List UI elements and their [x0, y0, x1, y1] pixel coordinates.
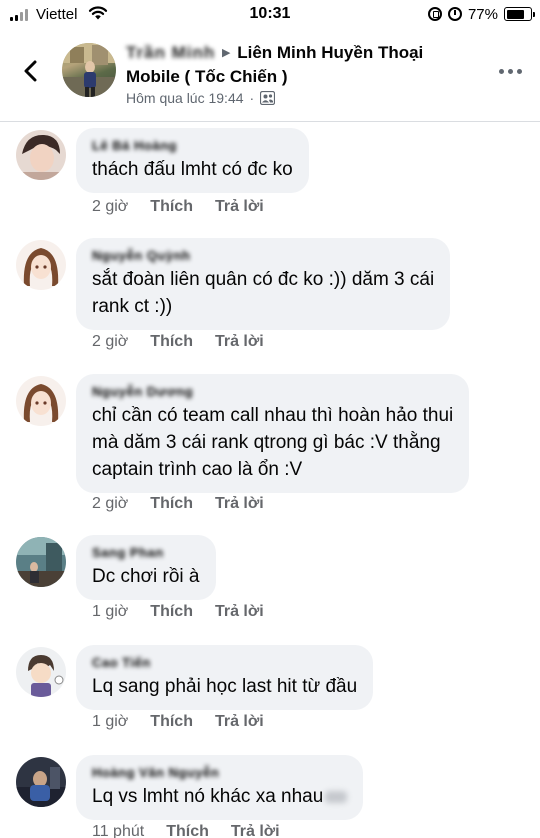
- comment-actions: 1 giờ Thích Trả lời: [92, 603, 264, 621]
- reply-button[interactable]: Trả lời: [215, 495, 264, 513]
- comment-time[interactable]: 11 phút: [92, 823, 144, 838]
- commenter-name[interactable]: Cao Tiến: [92, 653, 357, 673]
- more-horizontal-icon: [498, 68, 504, 74]
- like-button[interactable]: Thích: [150, 198, 193, 216]
- comment-actions: 1 giờ Thích Trả lời: [92, 713, 264, 731]
- commenter-name[interactable]: Lê Bá Hoàng: [92, 136, 293, 156]
- commenter-name[interactable]: Nguyễn Quỳnh: [92, 246, 434, 266]
- arrow-right-icon: ▶: [222, 47, 231, 59]
- chevron-left-icon: [24, 60, 37, 82]
- reply-button[interactable]: Trả lời: [215, 198, 264, 216]
- comment-bubble[interactable]: Nguyễn Dương chỉ cần có team call nhau t…: [76, 374, 470, 493]
- like-button[interactable]: Thích: [150, 333, 193, 351]
- comment-time[interactable]: 2 giờ: [92, 333, 128, 351]
- like-button[interactable]: Thích: [150, 713, 193, 731]
- commenter-name[interactable]: Nguyễn Dương: [92, 382, 453, 402]
- comment-text: Lq vs lmht nó khác xa nhau: [92, 783, 348, 810]
- commenter-avatar[interactable]: [16, 130, 66, 180]
- comment-actions: 2 giờ Thích Trả lời: [92, 198, 264, 216]
- emoji-icon: [325, 790, 348, 803]
- like-button[interactable]: Thích: [150, 495, 193, 513]
- post-title: Trần Minh ▶ Liên Minh Huyền Thoại Mobile…: [126, 41, 476, 88]
- comment-time[interactable]: 2 giờ: [92, 495, 128, 513]
- like-button[interactable]: Thích: [150, 603, 193, 621]
- post-meta: Hôm qua lúc 19:44 ·: [126, 90, 276, 106]
- battery-percent: 77%: [467, 5, 498, 23]
- comment-text: Lq sang phải học last hit từ đầu: [92, 676, 358, 697]
- commenter-avatar[interactable]: [16, 757, 66, 807]
- post-timestamp[interactable]: Hôm qua lúc 19:44: [126, 90, 244, 106]
- commenter-avatar[interactable]: [16, 647, 66, 697]
- comment-text-content: Lq vs lmht nó khác xa nhau: [92, 786, 324, 807]
- post-header: Trần Minh ▶ Liên Minh Huyền Thoại Mobile…: [0, 30, 540, 122]
- comment-text: Dc chơi rồi à: [92, 566, 200, 587]
- commenter-avatar[interactable]: [16, 537, 66, 587]
- commenter-avatar[interactable]: [16, 240, 66, 290]
- commenter-name[interactable]: Hoàng Văn Nguyễn: [92, 763, 347, 783]
- post-author-name[interactable]: Trần Minh: [126, 43, 215, 62]
- more-options-button[interactable]: [496, 64, 524, 78]
- battery-level: [506, 9, 525, 19]
- comment-time[interactable]: 1 giờ: [92, 603, 128, 621]
- comment-time[interactable]: 2 giờ: [92, 198, 128, 216]
- comment-text: thách đấu lmht có đc ko: [92, 159, 293, 180]
- comment-bubble[interactable]: Cao Tiến Lq sang phải học last hit từ đầ…: [76, 645, 374, 710]
- author-avatar[interactable]: [62, 43, 116, 97]
- comment-actions: 2 giờ Thích Trả lời: [92, 495, 264, 513]
- comment-actions: 11 phút Thích Trả lời: [92, 823, 280, 838]
- comment-bubble[interactable]: Lê Bá Hoàng thách đấu lmht có đc ko: [76, 128, 309, 193]
- comment-time[interactable]: 1 giờ: [92, 713, 128, 731]
- comment-bubble[interactable]: Nguyễn Quỳnh sắt đoàn liên quân có đc ko…: [76, 238, 451, 330]
- back-button[interactable]: [14, 54, 48, 88]
- comment-bubble[interactable]: Hoàng Văn Nguyễn Lq vs lmht nó khác xa n…: [76, 755, 364, 820]
- comment-text: chỉ cần có team call nhau thì hoàn hảo t…: [92, 405, 454, 480]
- commenter-name[interactable]: Sang Phan: [92, 543, 200, 563]
- alarm-icon: [447, 7, 462, 21]
- battery-icon: [504, 7, 535, 21]
- reply-button[interactable]: Trả lời: [215, 713, 264, 731]
- comment-bubble[interactable]: Sang Phan Dc chơi rồi à: [76, 535, 216, 600]
- like-button[interactable]: Thích: [166, 823, 209, 838]
- reply-button[interactable]: Trả lời: [215, 333, 264, 351]
- orientation-lock-icon: [427, 7, 442, 21]
- status-bar: Viettel 10:31 77%: [0, 0, 540, 30]
- commenter-avatar[interactable]: [16, 376, 66, 426]
- reply-button[interactable]: Trả lời: [215, 603, 264, 621]
- reply-button[interactable]: Trả lời: [231, 823, 280, 838]
- comment-text: sắt đoàn liên quân có đc ko :)) dăm 3 cá…: [92, 269, 435, 317]
- friends-icon: [260, 91, 276, 105]
- comment-actions: 2 giờ Thích Trả lời: [92, 333, 264, 351]
